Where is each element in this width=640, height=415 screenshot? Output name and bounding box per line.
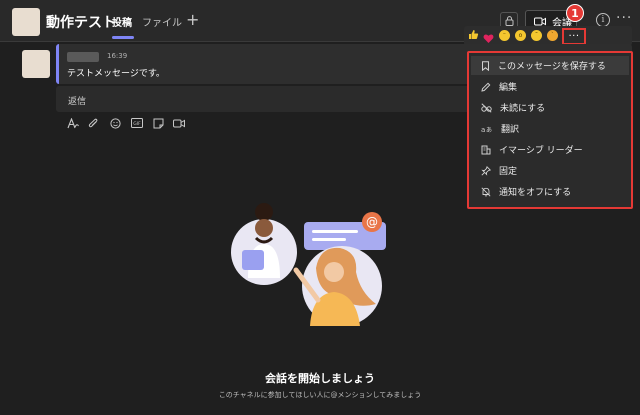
svg-text:a: a	[481, 126, 485, 134]
menu-item-immersive-reader[interactable]: イマーシブ リーダー	[471, 140, 629, 159]
message-context-menu: このメッセージを保存する 編集 未読にする aあ 翻訳 イマーシブ リーダー 固…	[467, 51, 633, 209]
pencil-icon	[481, 82, 491, 92]
author-name-redacted	[67, 52, 99, 62]
bookmark-icon	[482, 60, 489, 71]
menu-item-translate[interactable]: aあ 翻訳	[471, 119, 629, 138]
surprised-reaction-icon[interactable]: o	[515, 30, 526, 41]
video-camera-icon	[534, 17, 546, 25]
translate-icon: aあ	[481, 126, 492, 134]
tab-files[interactable]: ファイル	[142, 14, 182, 29]
empty-state-title: 会話を開始しましょう	[265, 372, 375, 385]
format-icon[interactable]	[66, 117, 80, 129]
empty-state-subtitle: このチャネルに参加してほしい人に@メンションしてみましょう	[218, 391, 422, 399]
reaction-bar: ᵔ o ˘ ˋ	[464, 26, 632, 46]
unread-icon	[481, 102, 492, 113]
emoji-icon[interactable]	[108, 117, 122, 129]
sticker-icon[interactable]	[151, 117, 165, 129]
mention-glyph: @	[366, 215, 378, 229]
header-more-icon[interactable]: ···	[616, 10, 632, 26]
angry-reaction-icon[interactable]: ˋ	[547, 30, 558, 41]
sad-reaction-icon[interactable]: ˘	[531, 30, 542, 41]
info-icon[interactable]: i	[596, 13, 610, 27]
svg-text:GIF: GIF	[133, 121, 141, 127]
meet-now-icon[interactable]	[172, 117, 186, 129]
gif-icon[interactable]: GIF	[130, 117, 144, 129]
more-options-button[interactable]: ···	[562, 28, 586, 45]
laugh-reaction-icon[interactable]: ᵔ	[499, 30, 510, 41]
active-tab-indicator	[112, 36, 134, 39]
author-avatar[interactable]	[22, 50, 50, 78]
menu-item-edit[interactable]: 編集	[471, 77, 629, 96]
like-reaction-icon[interactable]	[468, 29, 479, 43]
team-avatar[interactable]	[12, 8, 40, 36]
menu-item-turn-off-notifications[interactable]: 通知をオフにする	[471, 182, 629, 201]
annotation-badge-1: 1	[566, 4, 584, 22]
menu-item-mark-unread[interactable]: 未読にする	[471, 98, 629, 117]
message-text: テストメッセージです。	[67, 69, 165, 79]
immersive-reader-icon	[481, 145, 491, 154]
menu-item-pin[interactable]: 固定	[471, 161, 629, 180]
reply-label: 返信	[68, 97, 87, 107]
message-timestamp: 16:39	[107, 52, 128, 60]
tab-posts[interactable]: 投稿	[112, 14, 132, 29]
menu-item-save-message[interactable]: このメッセージを保存する	[471, 56, 629, 75]
add-tab-button[interactable]: +	[186, 10, 199, 29]
conversation-illustration: @	[231, 203, 386, 326]
channel-title: 動作テスト	[46, 15, 116, 31]
pin-icon	[481, 165, 491, 176]
bell-off-icon	[481, 186, 491, 197]
attach-icon[interactable]	[86, 117, 100, 129]
svg-text:あ: あ	[486, 127, 492, 134]
